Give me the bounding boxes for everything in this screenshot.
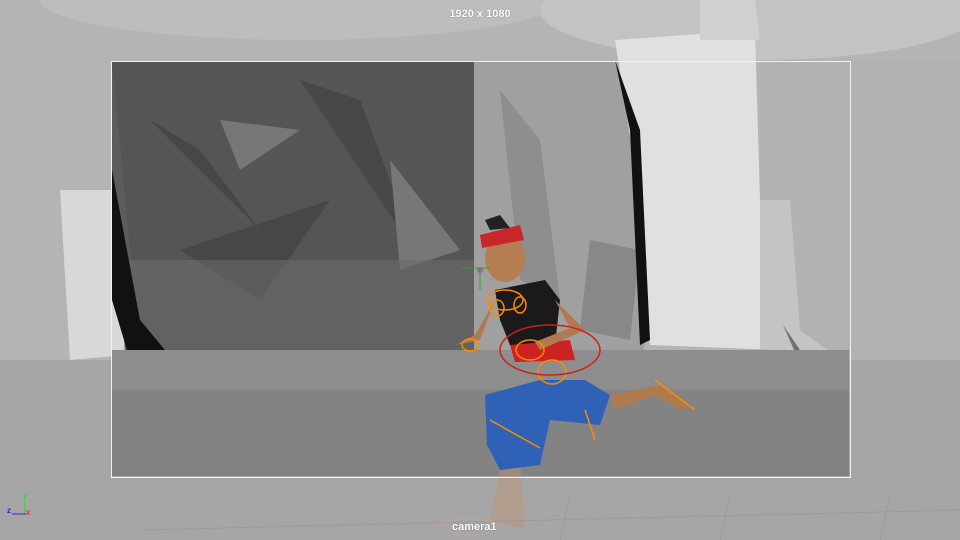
x-axis-label: x <box>26 508 31 517</box>
y-axis-label: y <box>23 491 28 500</box>
resolution-gate <box>111 61 851 478</box>
z-axis-label: z <box>7 506 11 515</box>
maya-viewport[interactable]: 1920 x 1080 camera1 y z x <box>0 0 960 540</box>
resolution-label: 1920 x 1080 <box>449 8 511 20</box>
camera-name-label: camera1 <box>452 521 497 533</box>
